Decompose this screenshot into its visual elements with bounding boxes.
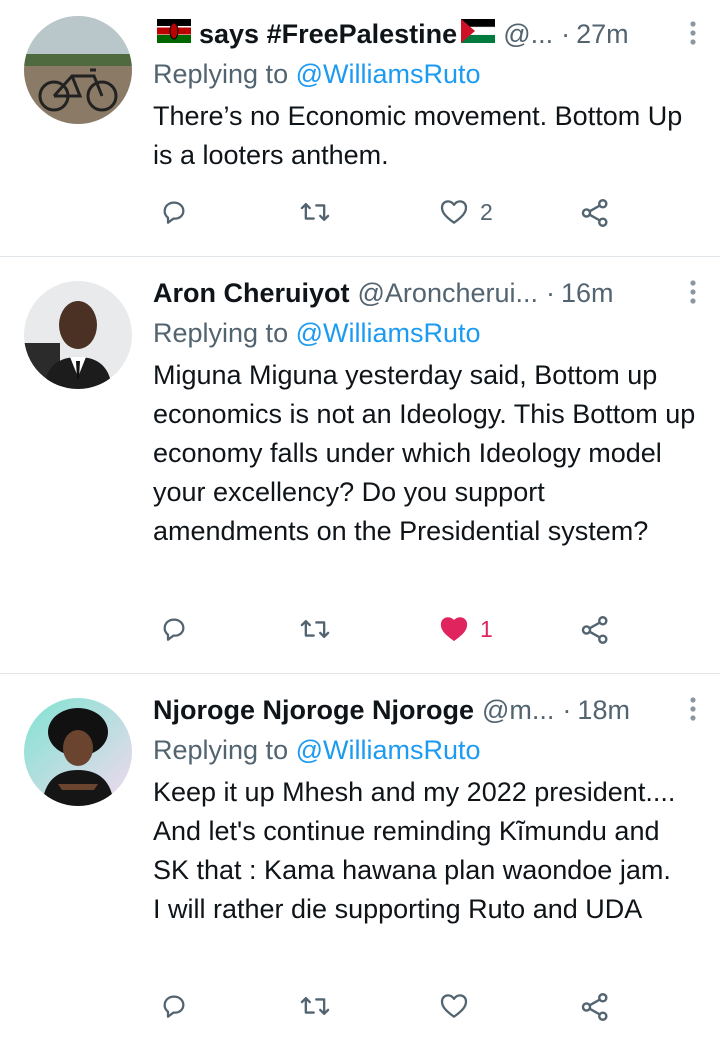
share-icon bbox=[581, 199, 608, 227]
reply-button[interactable] bbox=[158, 196, 190, 228]
reply-icon bbox=[163, 995, 185, 1018]
share-icon bbox=[581, 993, 608, 1021]
tweet-text: Keep it up Mhesh and my 2022 president..… bbox=[153, 777, 676, 924]
timestamp[interactable]: 16m bbox=[561, 273, 614, 313]
more-options-icon[interactable] bbox=[688, 696, 698, 727]
tweet-header: says #FreePalestine @... · 27m bbox=[153, 14, 696, 54]
replying-to: Replying to @WilliamsRuto bbox=[153, 59, 481, 89]
avatar-image bbox=[24, 16, 132, 124]
share-icon bbox=[581, 616, 608, 644]
avatar[interactable] bbox=[24, 281, 132, 389]
reply-icon bbox=[163, 618, 185, 641]
mention-link[interactable]: @WilliamsRuto bbox=[296, 735, 481, 765]
reply-button[interactable] bbox=[158, 613, 190, 645]
separator-dot: · bbox=[561, 19, 571, 49]
like-icon bbox=[440, 200, 468, 224]
user-handle[interactable]: @m... bbox=[482, 690, 554, 730]
retweet-icon bbox=[300, 619, 330, 639]
avatar[interactable] bbox=[24, 16, 132, 124]
kenya-flag-icon bbox=[157, 14, 191, 54]
user-handle[interactable]: @Aroncherui... bbox=[358, 273, 538, 313]
replying-to: Replying to @WilliamsRuto bbox=[153, 318, 481, 348]
like-count: 2 bbox=[480, 198, 493, 225]
tweet-3[interactable]: Njoroge Njoroge Njoroge @m... · 18m Repl… bbox=[0, 674, 720, 1042]
tweet-header: Aron Cheruiyot @Aroncherui... · 16m bbox=[153, 273, 696, 313]
tweet-text: There’s no Economic movement. Bottom Up … bbox=[153, 101, 683, 170]
replying-to: Replying to @WilliamsRuto bbox=[153, 735, 481, 765]
tweet-actions bbox=[0, 990, 720, 1030]
user-handle[interactable]: @... bbox=[503, 14, 553, 54]
tweet-actions: 2 bbox=[0, 196, 720, 236]
retweet-button[interactable] bbox=[298, 990, 332, 1022]
avatar-image bbox=[24, 281, 132, 389]
retweet-icon bbox=[300, 202, 330, 222]
like-button[interactable]: 2 bbox=[438, 196, 493, 228]
share-button[interactable] bbox=[578, 613, 612, 647]
reply-button[interactable] bbox=[158, 990, 190, 1022]
display-name[interactable]: says #FreePalestine bbox=[199, 14, 457, 54]
like-button[interactable]: 1 bbox=[438, 613, 493, 645]
like-icon bbox=[440, 617, 468, 641]
share-button[interactable] bbox=[578, 990, 612, 1024]
separator-dot: · bbox=[546, 278, 555, 308]
separator-dot: · bbox=[562, 695, 572, 725]
tweet-2[interactable]: Aron Cheruiyot @Aroncherui... · 16m Repl… bbox=[0, 257, 720, 674]
timestamp[interactable]: 27m bbox=[576, 14, 629, 54]
palestine-flag-icon bbox=[460, 14, 496, 54]
timestamp[interactable]: 18m bbox=[577, 690, 630, 730]
tweet-actions: 1 bbox=[0, 613, 720, 653]
share-button[interactable] bbox=[578, 196, 612, 230]
tweet-1[interactable]: says #FreePalestine @... · 27m Replying … bbox=[0, 0, 720, 257]
retweet-button[interactable] bbox=[298, 613, 332, 645]
retweet-icon bbox=[300, 996, 330, 1016]
like-icon bbox=[440, 994, 468, 1018]
mention-link[interactable]: @WilliamsRuto bbox=[296, 318, 481, 348]
avatar-image bbox=[24, 698, 132, 806]
mention-link[interactable]: @WilliamsRuto bbox=[296, 59, 481, 89]
more-options-icon[interactable] bbox=[688, 20, 698, 51]
like-button[interactable] bbox=[438, 990, 480, 1022]
avatar[interactable] bbox=[24, 698, 132, 806]
tweet-header: Njoroge Njoroge Njoroge @m... · 18m bbox=[153, 690, 696, 730]
tweet-text: Miguna Miguna yesterday said, Bottom up … bbox=[153, 360, 696, 546]
more-options-icon[interactable] bbox=[688, 279, 698, 310]
like-count: 1 bbox=[480, 615, 493, 642]
reply-icon bbox=[163, 201, 185, 224]
display-name[interactable]: Aron Cheruiyot bbox=[153, 273, 350, 313]
display-name[interactable]: Njoroge Njoroge Njoroge bbox=[153, 690, 474, 730]
retweet-button[interactable] bbox=[298, 196, 332, 228]
